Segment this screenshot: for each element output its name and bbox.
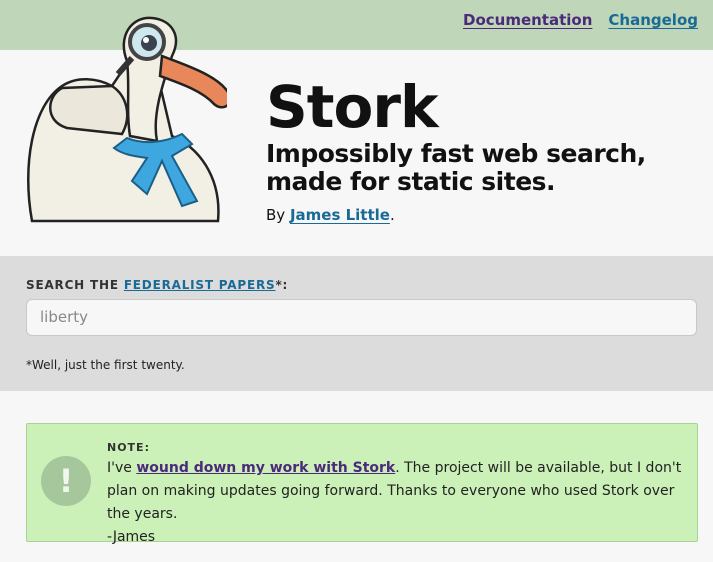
wound-down-link[interactable]: wound down my work with Stork [136, 460, 395, 476]
tagline-line-1: Impossibly fast web search, [266, 139, 646, 168]
page-title: Stork [266, 73, 439, 141]
search-section: SEARCH THE FEDERALIST PAPERS*: liberty *… [0, 256, 713, 391]
tagline-line-2: made for static sites. [266, 167, 556, 196]
tagline: Impossibly fast web search, made for sta… [266, 140, 646, 196]
search-input[interactable]: liberty [26, 299, 697, 336]
note-callout: ! NOTE: I've wound down my work with Sto… [26, 423, 698, 545]
byline: By James Little. [266, 206, 646, 224]
search-label-suffix: *: [275, 278, 289, 292]
search-label-prefix: SEARCH THE [26, 278, 124, 292]
author-link[interactable]: James Little [290, 206, 390, 224]
documentation-link[interactable]: Documentation [463, 11, 592, 29]
top-nav: Documentation Changelog [463, 11, 698, 29]
hero: Stork Impossibly fast web search, made f… [0, 16, 713, 256]
byline-suffix: . [389, 206, 395, 224]
search-label: SEARCH THE FEDERALIST PAPERS*: [26, 278, 288, 292]
note-body: NOTE: I've wound down my work with Stork… [107, 441, 687, 549]
note-title: NOTE: [107, 441, 150, 454]
note-signature: -James [107, 529, 156, 545]
exclamation-icon: ! [41, 456, 91, 506]
hero-text: Stork Impossibly fast web search, made f… [266, 76, 646, 224]
federalist-papers-link[interactable]: FEDERALIST PAPERS [124, 278, 276, 292]
note-text: I've wound down my work with Stork. The … [107, 457, 687, 549]
search-footnote: *Well, just the first twenty. [26, 358, 185, 372]
byline-prefix: By [266, 206, 290, 224]
note-text-prefix: I've [107, 460, 137, 476]
changelog-link[interactable]: Changelog [608, 11, 698, 29]
stork-mascot-icon [27, 16, 227, 223]
